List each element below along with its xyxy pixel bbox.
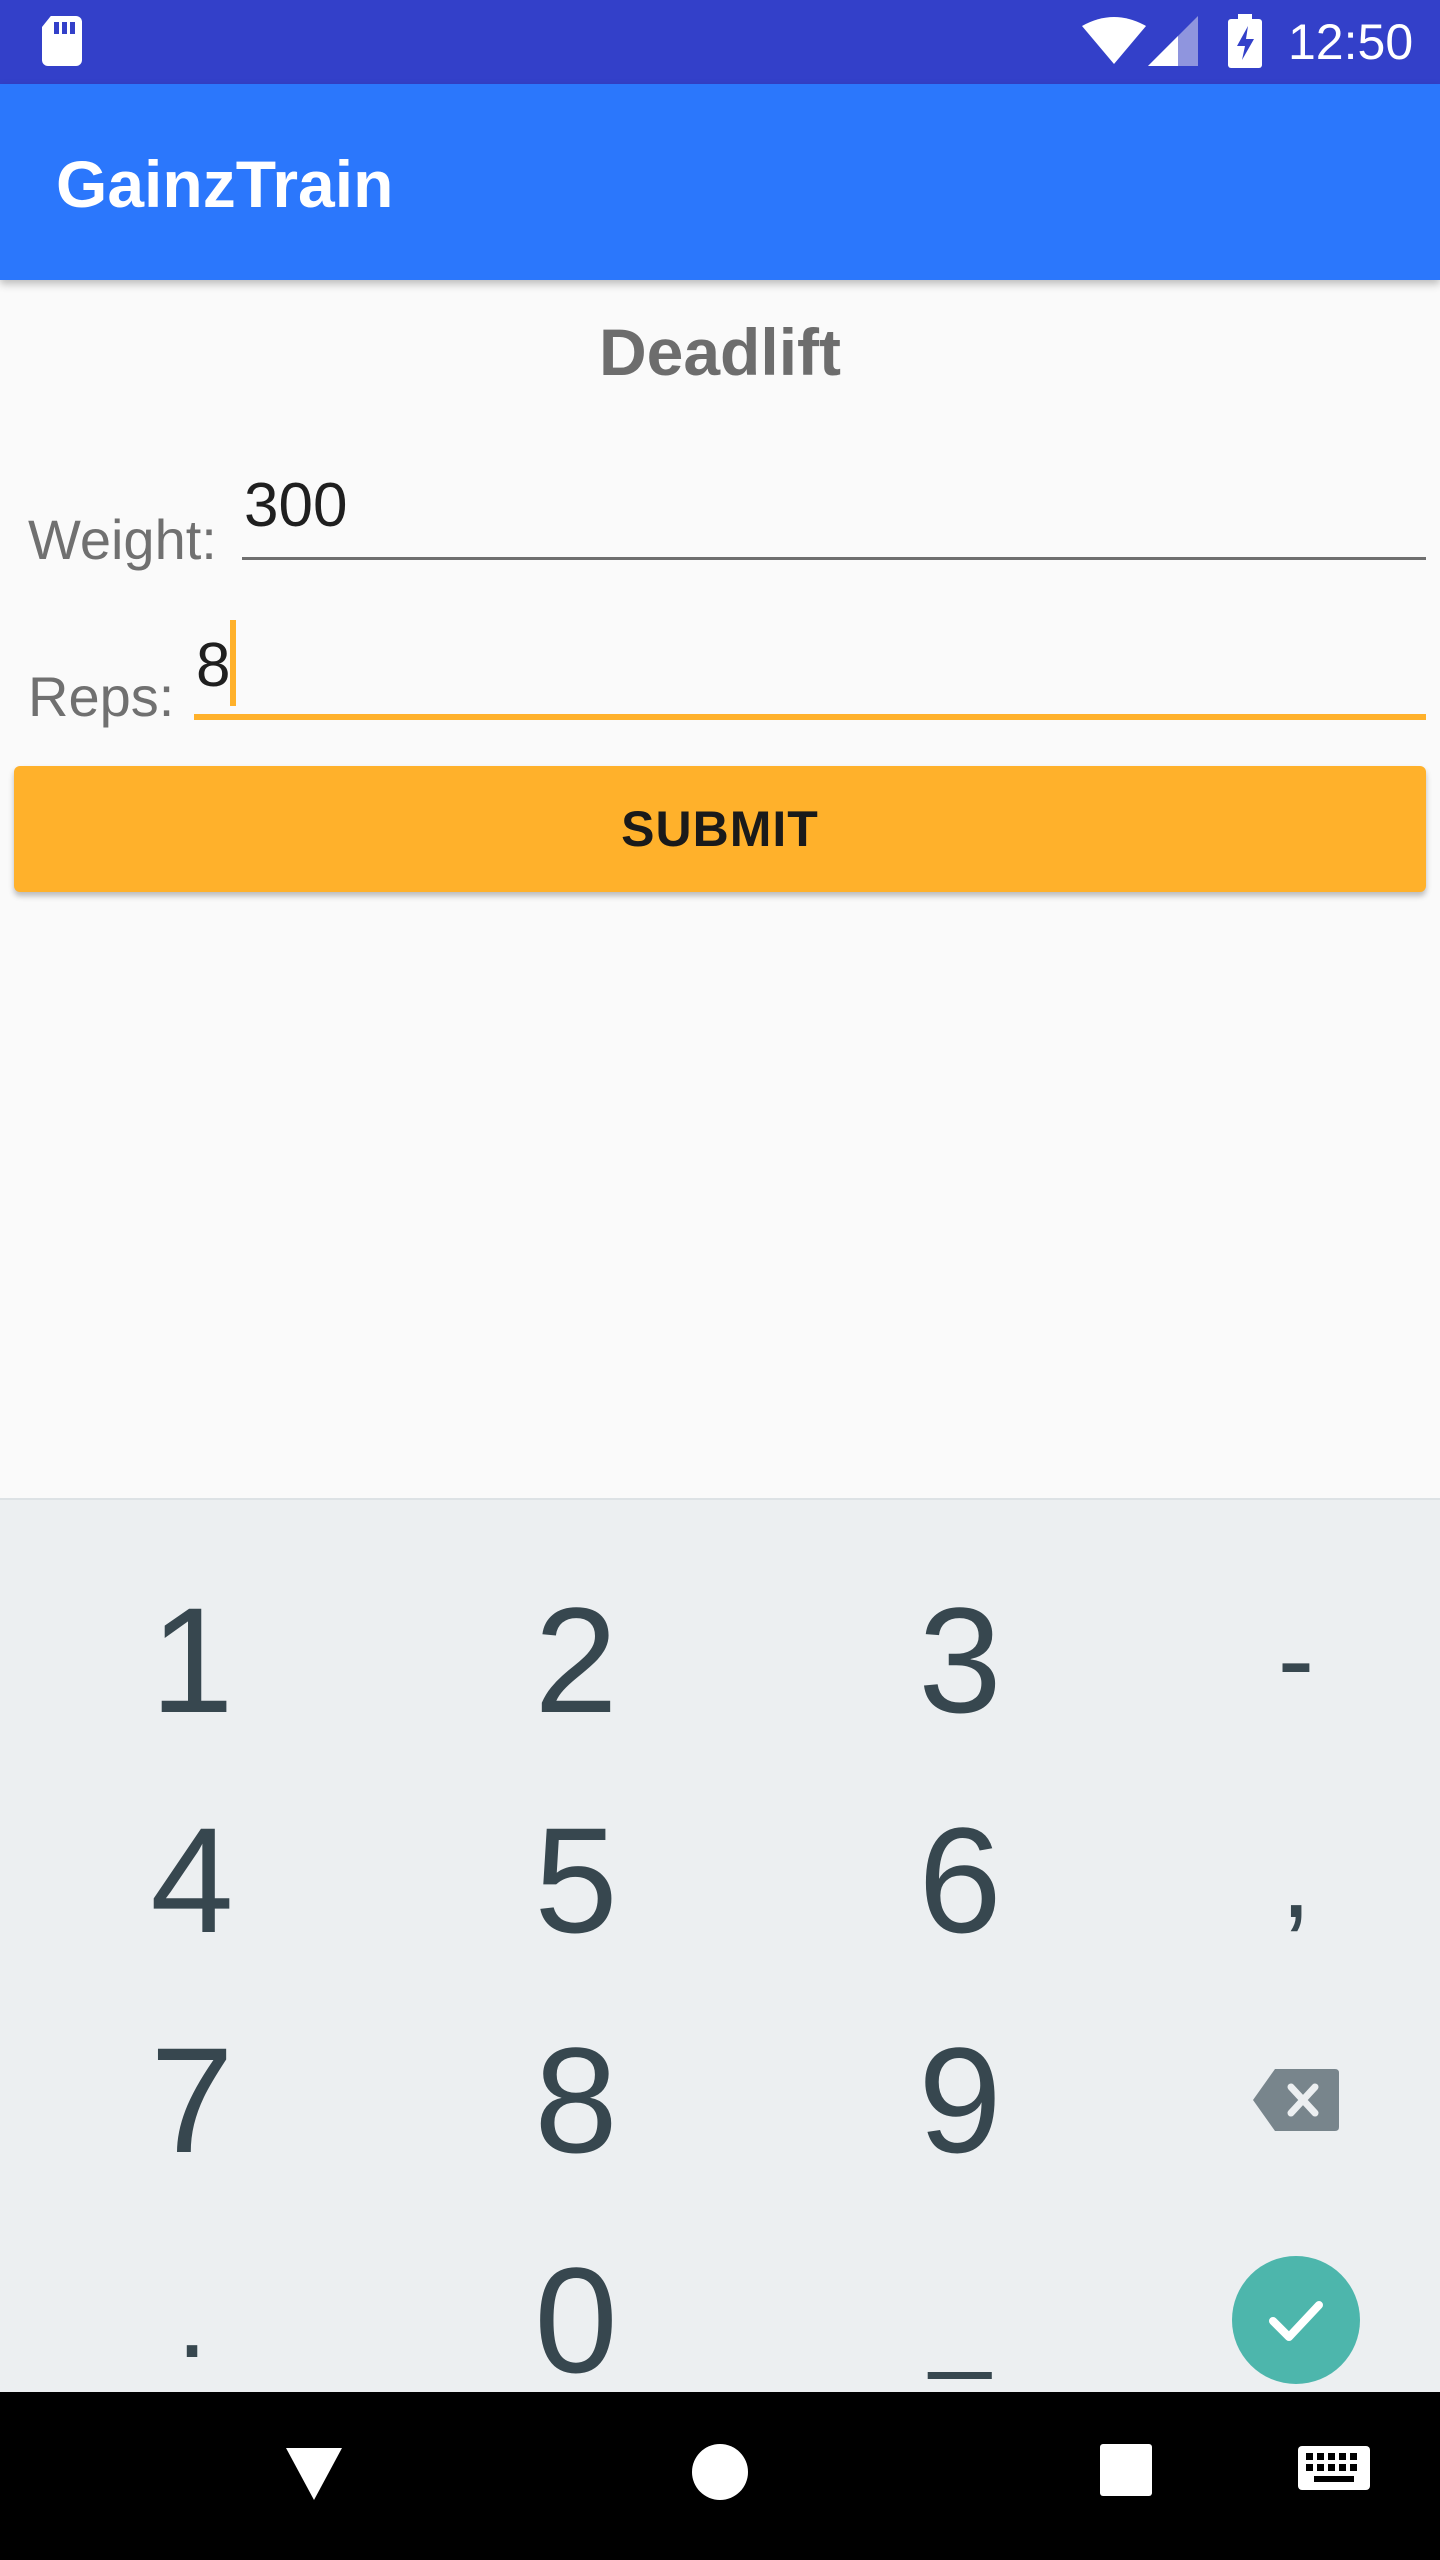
text-cursor — [230, 620, 236, 706]
key-6[interactable]: 6 — [780, 1770, 1140, 1990]
home-icon[interactable] — [690, 2442, 750, 2502]
reps-label: Reps: — [28, 665, 175, 728]
backspace-key[interactable] — [1116, 1990, 1440, 2210]
battery-charging-icon — [1228, 14, 1262, 68]
exercise-title: Deadlift — [598, 315, 842, 389]
weight-label: Weight: — [28, 508, 217, 571]
reps-value: 8 — [196, 631, 231, 700]
app-title: GainzTrain — [56, 147, 394, 221]
reps-underline — [194, 714, 1426, 720]
key-2[interactable]: 2 — [396, 1550, 756, 1770]
reps-input[interactable]: 8 — [194, 620, 1426, 720]
sd-card-icon — [42, 16, 82, 66]
back-icon[interactable] — [282, 2442, 346, 2506]
key-8[interactable]: 8 — [396, 1990, 756, 2210]
check-icon — [1269, 2301, 1323, 2341]
weight-underline — [242, 557, 1426, 560]
backspace-icon — [1253, 2069, 1339, 2131]
wifi-icon — [1082, 17, 1146, 64]
key-minus[interactable]: - — [1116, 1550, 1440, 1770]
recents-icon[interactable] — [1098, 2442, 1154, 2498]
key-1[interactable]: 1 — [12, 1550, 372, 1770]
key-comma[interactable]: , — [1116, 1770, 1440, 1990]
clock: 12:50 — [1288, 14, 1414, 70]
keyboard-switch-icon[interactable] — [1296, 2444, 1372, 2496]
key-7[interactable]: 7 — [12, 1990, 372, 2210]
weight-value: 300 — [244, 471, 348, 540]
key-5[interactable]: 5 — [396, 1770, 756, 1990]
numeric-keyboard: 1 2 3 - 4 5 6 , 7 8 9 . 0 _ — [0, 1498, 1440, 2395]
navigation-bar — [0, 2392, 1440, 2560]
app-bar: GainzTrain — [0, 84, 1440, 280]
key-4[interactable]: 4 — [12, 1770, 372, 1990]
done-button[interactable] — [1232, 2256, 1360, 2384]
submit-button[interactable]: SUBMIT — [14, 766, 1426, 892]
signal-icon — [1148, 16, 1198, 66]
status-bar: 12:50 — [0, 0, 1440, 84]
weight-input[interactable]: 300 — [242, 460, 1426, 560]
key-3[interactable]: 3 — [780, 1550, 1140, 1770]
key-9[interactable]: 9 — [780, 1990, 1140, 2210]
